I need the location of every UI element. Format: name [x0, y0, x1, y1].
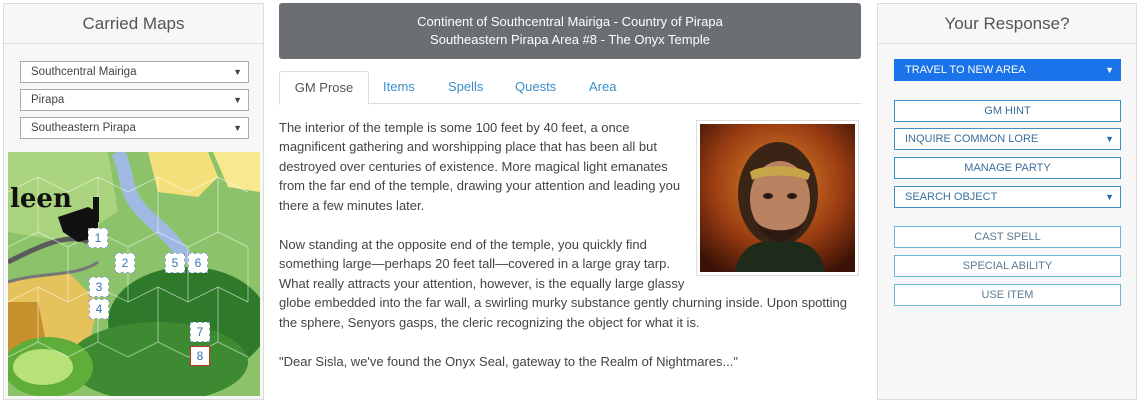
location-header: Continent of Southcentral Mairiga - Coun… [279, 3, 861, 59]
chevron-down-icon: ▼ [233, 95, 242, 105]
tab-items[interactable]: Items [383, 71, 415, 104]
cast-spell-button[interactable]: CAST SPELL [894, 226, 1121, 248]
map-marker-5[interactable]: 5 [165, 253, 185, 273]
tab-gm-prose[interactable]: GM Prose [279, 71, 369, 105]
response-panel: Your Response? TRAVEL TO NEW AREA ▼ GM H… [877, 3, 1137, 400]
hex-map-graphic: leen [8, 152, 260, 396]
search-object-label: SEARCH OBJECT [905, 191, 998, 203]
country-select-value: Pirapa [31, 94, 65, 106]
travel-to-new-area-dropdown[interactable]: TRAVEL TO NEW AREA ▼ [894, 59, 1121, 81]
use-item-button[interactable]: USE ITEM [894, 284, 1121, 306]
prose-paragraph: "Dear Sisla, we've found the Onyx Seal, … [279, 354, 738, 370]
search-object-dropdown[interactable]: SEARCH OBJECT ▼ [894, 186, 1121, 208]
tab-spells[interactable]: Spells [448, 71, 483, 104]
gm-prose-content: The interior of the temple is some 100 f… [279, 118, 861, 400]
chevron-down-icon: ▼ [233, 123, 242, 133]
carried-maps-title: Carried Maps [4, 4, 263, 44]
tab-quests[interactable]: Quests [515, 71, 556, 104]
continent-select-value: Southcentral Mairiga [31, 66, 137, 78]
map-marker-1[interactable]: 1 [88, 228, 108, 248]
map-marker-4[interactable]: 4 [89, 299, 109, 319]
region-select-value: Southeastern Pirapa [31, 122, 136, 134]
location-header-line1: Continent of Southcentral Mairiga - Coun… [417, 14, 723, 29]
inquire-common-lore-dropdown[interactable]: INQUIRE COMMON LORE ▼ [894, 128, 1121, 150]
region-select[interactable]: Southeastern Pirapa ▼ [20, 117, 249, 139]
chevron-down-icon: ▼ [1105, 192, 1114, 202]
chevron-down-icon: ▼ [233, 67, 242, 77]
npc-portrait [696, 120, 859, 276]
map-marker-8[interactable]: 8 [190, 346, 210, 366]
tab-area[interactable]: Area [589, 71, 616, 104]
chevron-down-icon: ▼ [1105, 134, 1114, 144]
travel-label: TRAVEL TO NEW AREA [905, 64, 1026, 76]
portrait-image [700, 124, 855, 272]
gm-hint-button[interactable]: GM HINT [894, 100, 1121, 122]
country-select[interactable]: Pirapa ▼ [20, 89, 249, 111]
map-marker-3[interactable]: 3 [89, 277, 109, 297]
carried-maps-panel: Carried Maps Southcentral Mairiga ▼ Pira… [3, 3, 264, 400]
area-map[interactable]: leen 1 2 3 4 5 6 7 8 [8, 152, 260, 396]
location-header-line2: Southeastern Pirapa Area #8 - The Onyx T… [430, 32, 710, 47]
response-title: Your Response? [878, 4, 1136, 44]
manage-party-button[interactable]: MANAGE PARTY [894, 157, 1121, 179]
content-tabs: GM Prose Items Spells Quests Area [279, 71, 861, 105]
map-marker-2[interactable]: 2 [115, 253, 135, 273]
map-marker-6[interactable]: 6 [188, 253, 208, 273]
map-marker-7[interactable]: 7 [190, 322, 210, 342]
map-place-name: leen [10, 184, 72, 214]
continent-select[interactable]: Southcentral Mairiga ▼ [20, 61, 249, 83]
chevron-down-icon: ▼ [1105, 65, 1114, 75]
special-ability-button[interactable]: SPECIAL ABILITY [894, 255, 1121, 277]
inquire-label: INQUIRE COMMON LORE [905, 133, 1039, 145]
